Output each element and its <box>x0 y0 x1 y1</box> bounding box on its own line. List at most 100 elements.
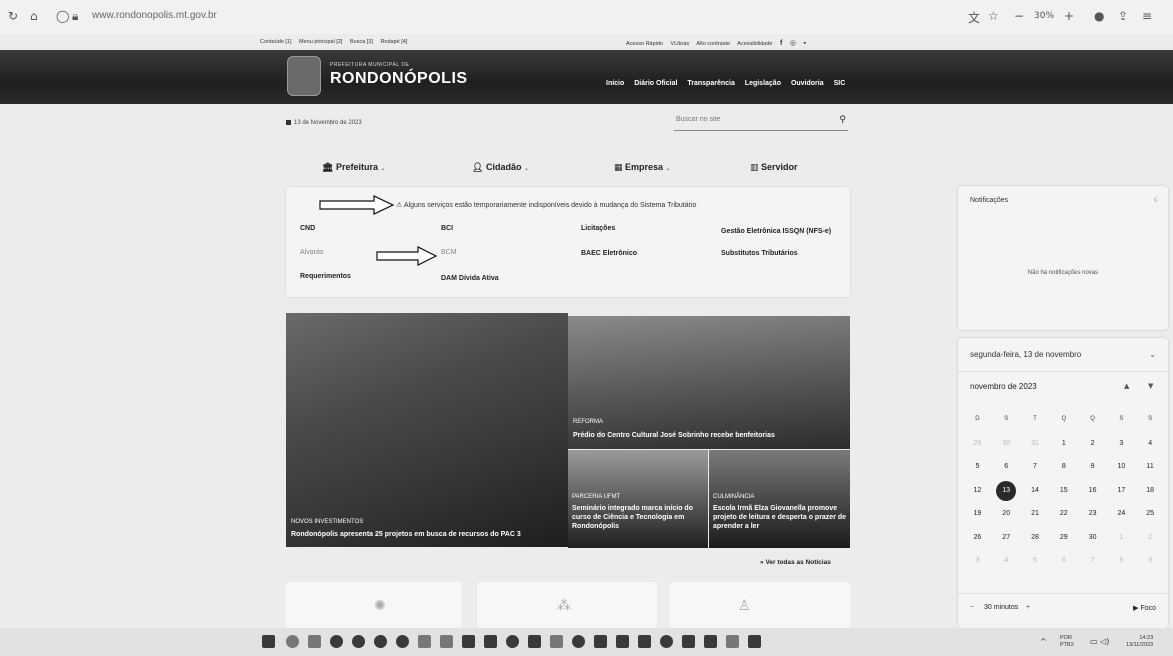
service-bci[interactable]: BCI <box>441 225 453 232</box>
skip-link-menu[interactable]: Menu principal [2] <box>299 39 342 45</box>
previous-month-icon[interactable]: ▲ <box>1124 382 1129 390</box>
skip-link-footer[interactable]: Rodapé [4] <box>380 39 407 45</box>
news-card-culminancia[interactable]: CULMINÂNCIA Escola Irmã Elza Giovanella … <box>709 450 850 548</box>
app-icon[interactable] <box>616 635 629 648</box>
instagram-icon[interactable]: ◎ <box>790 40 796 47</box>
app-icon[interactable] <box>550 635 563 648</box>
focus-increase-button[interactable]: + <box>1026 604 1030 611</box>
skip-link-content[interactable]: Conteúdo [1] <box>260 39 292 45</box>
service-dam-divida-ativa[interactable]: DAM Dívida Ativa <box>441 275 499 282</box>
task-view-icon[interactable] <box>308 635 321 648</box>
focus-decrease-button[interactable]: − <box>970 604 974 611</box>
quick-access-link[interactable]: Acesso Rápido <box>626 41 663 47</box>
search-icon[interactable] <box>286 635 299 648</box>
calendar-day[interactable]: 30 <box>992 432 1021 456</box>
system-clock[interactable]: 14:23 13/11/2023 <box>1126 635 1153 649</box>
news-card-parceria[interactable]: PARCERIA UFMT Seminário integrado marca … <box>568 450 708 548</box>
accessibility-link[interactable]: Acessibilidade <box>737 41 772 47</box>
calendar-day[interactable]: 7 <box>1078 549 1107 573</box>
service-substitutos[interactable]: Substitutos Tributários <box>721 250 798 257</box>
service-issqn[interactable]: Gestão Eletrônica ISSQN (NFS-e) <box>721 228 831 235</box>
calendar-day[interactable]: 29 <box>963 432 992 456</box>
bookmark-star-icon[interactable]: ☆ <box>988 9 999 23</box>
search-input[interactable] <box>676 116 826 123</box>
app-icon[interactable] <box>660 635 673 648</box>
calendar-day[interactable]: 5 <box>1021 549 1050 573</box>
facebook-icon[interactable]: f <box>780 40 782 47</box>
calendar-day[interactable]: 23 <box>1078 502 1107 526</box>
lock-icon[interactable]: 🔒︎ <box>72 9 78 24</box>
app-icon[interactable] <box>748 635 761 648</box>
calendar-day[interactable]: 15 <box>1049 479 1078 503</box>
nav-inicio[interactable]: Início <box>606 80 624 87</box>
search-icon[interactable]: ⚲ <box>839 115 846 125</box>
do-not-disturb-icon[interactable]: ☾ <box>1154 196 1160 204</box>
app-icon[interactable] <box>682 635 695 648</box>
app-icon[interactable] <box>638 635 651 648</box>
youtube-icon[interactable]: ▪ <box>804 40 806 47</box>
start-icon[interactable] <box>262 635 275 648</box>
app-icon[interactable] <box>704 635 717 648</box>
chevron-up-icon[interactable]: ^ <box>1040 637 1047 646</box>
calendar-day[interactable]: 27 <box>992 526 1021 550</box>
calendar-day[interactable]: 3 <box>963 549 992 573</box>
nav-ouvidoria[interactable]: Ouvidoria <box>791 80 824 87</box>
calendar-day[interactable]: 8 <box>1107 549 1136 573</box>
edge-icon[interactable] <box>374 635 387 648</box>
app-icon[interactable] <box>594 635 607 648</box>
calendar-day[interactable]: 17 <box>1107 479 1136 503</box>
extension-icon[interactable]: ● <box>1094 9 1104 23</box>
nav-transparencia[interactable]: Transparência <box>687 80 734 87</box>
service-bcm[interactable]: BCM <box>441 249 457 256</box>
shield-icon[interactable]: ◯ <box>56 9 69 23</box>
service-licitacoes[interactable]: Licitações <box>581 225 615 232</box>
calendar-day[interactable]: 4 <box>992 549 1021 573</box>
calendar-day[interactable]: 6 <box>992 455 1021 479</box>
app-icon[interactable] <box>572 635 585 648</box>
calendar-day[interactable]: 8 <box>1049 455 1078 479</box>
calendar-day[interactable]: 12 <box>963 479 992 503</box>
calendar-month-label[interactable]: novembro de 2023 <box>970 382 1037 391</box>
input-language[interactable]: POR PTB2 <box>1060 635 1074 648</box>
service-cnd[interactable]: CND <box>300 225 315 232</box>
home-icon[interactable]: ⌂ <box>30 9 38 23</box>
nav-sic[interactable]: SIC <box>834 80 846 87</box>
calendar-day[interactable]: 5 <box>963 455 992 479</box>
calendar-day[interactable]: 3 <box>1107 432 1136 456</box>
service-requerimentos[interactable]: Requerimentos <box>300 273 351 280</box>
zoom-in-button[interactable]: + <box>1064 9 1074 23</box>
app-icon[interactable] <box>418 635 431 648</box>
app-icon[interactable] <box>528 635 541 648</box>
calendar-day[interactable]: 9 <box>1136 549 1165 573</box>
tab-empresa[interactable]: ▦ Empresa ⌄ <box>614 162 671 173</box>
quick-card-3[interactable]: ♙ <box>670 582 850 628</box>
app-icon[interactable] <box>506 635 519 648</box>
calendar-day[interactable]: 13 <box>992 479 1021 503</box>
calendar-day[interactable]: 9 <box>1078 455 1107 479</box>
chrome-icon[interactable] <box>352 635 365 648</box>
see-all-news-link[interactable]: » Ver todas as Notícias <box>760 559 831 566</box>
calendar-day[interactable]: 2 <box>1136 526 1165 550</box>
service-alvaras[interactable]: Alvarás <box>300 249 323 256</box>
address-bar[interactable]: www.rondonopolis.mt.gov.br <box>92 10 217 21</box>
calendar-day[interactable]: 26 <box>963 526 992 550</box>
reload-icon[interactable]: ↻ <box>8 9 18 23</box>
calendar-day[interactable]: 11 <box>1136 455 1165 479</box>
calendar-day[interactable]: 2 <box>1078 432 1107 456</box>
calendar-day[interactable]: 6 <box>1049 549 1078 573</box>
tab-prefeitura[interactable]: 🏛︎ Prefeitura ⌄ <box>322 162 386 173</box>
vlibras-link[interactable]: VLibras <box>671 41 690 47</box>
skip-link-search[interactable]: Busca [3] <box>350 39 373 45</box>
calendar-day[interactable]: 7 <box>1021 455 1050 479</box>
network-icon[interactable]: ▭ ◁) <box>1090 637 1109 646</box>
calendar-day[interactable]: 18 <box>1136 479 1165 503</box>
calendar-day[interactable]: 21 <box>1021 502 1050 526</box>
calendar-day[interactable]: 24 <box>1107 502 1136 526</box>
browser-icon[interactable] <box>330 635 343 648</box>
share-icon[interactable]: ⇪ <box>1118 9 1128 23</box>
high-contrast-link[interactable]: Alto contraste <box>696 41 730 47</box>
translate-icon[interactable]: 文 <box>968 9 980 26</box>
calendar-day[interactable]: 14 <box>1021 479 1050 503</box>
calendar-day[interactable]: 16 <box>1078 479 1107 503</box>
nav-diario-oficial[interactable]: Diário Oficial <box>634 80 677 87</box>
